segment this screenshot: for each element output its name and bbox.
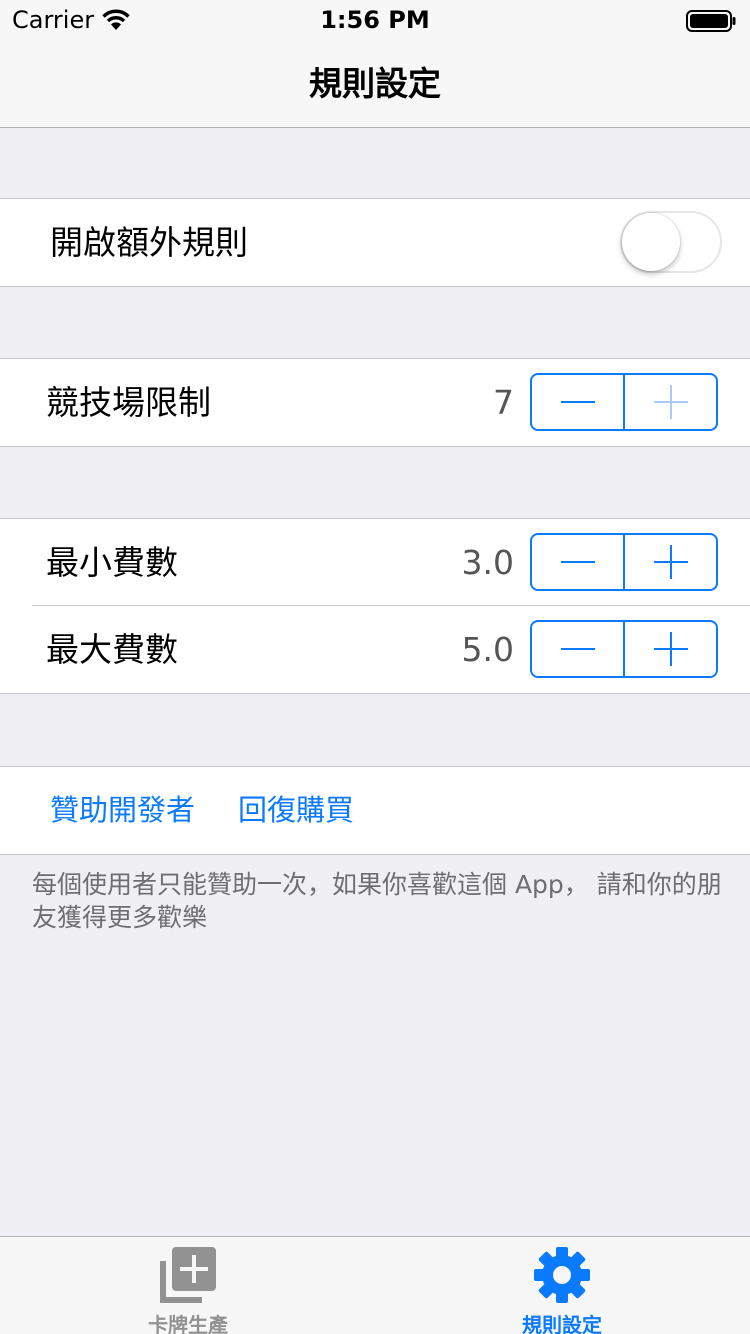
- tab-card-production[interactable]: 卡牌生產: [88, 1237, 288, 1334]
- min-cost-row: 最小費數 3.0: [0, 519, 750, 606]
- arena-limit-decrement-button[interactable]: [532, 375, 623, 429]
- max-cost-row: 最大費數 5.0: [0, 606, 750, 693]
- extra-rules-label: 開啟額外規則: [50, 223, 248, 262]
- max-cost-stepper[interactable]: [530, 620, 718, 678]
- tab-rule-settings[interactable]: 規則設定: [462, 1237, 662, 1334]
- arena-section: 競技場限制 7: [0, 358, 750, 447]
- gear-icon: [530, 1243, 594, 1311]
- purchase-links-row: 贊助開發者 回復購買: [0, 767, 750, 854]
- page-title: 規則設定: [309, 64, 441, 103]
- sponsor-footer-note: 每個使用者只能贊助一次，如果你喜歡這個 App， 請和你的朋友獲得更多歡樂: [32, 870, 722, 932]
- max-cost-decrement-button[interactable]: [532, 622, 623, 676]
- plus-icon: [653, 545, 688, 579]
- arena-limit-row: 競技場限制 7: [0, 359, 750, 446]
- add-card-icon: [156, 1243, 220, 1311]
- arena-limit-stepper[interactable]: [530, 373, 718, 431]
- minus-icon: [560, 632, 595, 666]
- navigation-bar: 規則設定: [0, 40, 750, 128]
- status-bar: Carrier 1:56 PM: [0, 0, 750, 40]
- minus-icon: [560, 545, 595, 579]
- extra-rules-row: 開啟額外規則: [0, 199, 750, 286]
- cost-section: 最小費數 3.0 最大費數 5.0: [0, 518, 750, 694]
- plus-icon: [653, 385, 688, 419]
- arena-limit-value: 7: [493, 383, 514, 422]
- status-time: 1:56 PM: [320, 6, 430, 34]
- min-cost-stepper[interactable]: [530, 533, 718, 591]
- battery-icon: [686, 10, 736, 36]
- extra-rules-toggle[interactable]: [620, 211, 722, 273]
- restore-purchase-link[interactable]: 回復購買: [238, 767, 354, 854]
- tab-label: 卡牌生產: [148, 1313, 228, 1334]
- min-cost-value: 3.0: [461, 543, 514, 582]
- toggle-knob: [622, 213, 680, 271]
- plus-icon: [653, 632, 688, 666]
- purchase-section: 贊助開發者 回復購買: [0, 766, 750, 855]
- tab-label: 規則設定: [522, 1313, 602, 1334]
- arena-limit-label: 競技場限制: [46, 383, 211, 422]
- min-cost-decrement-button[interactable]: [532, 535, 623, 589]
- minus-icon: [560, 385, 595, 419]
- max-cost-increment-button[interactable]: [623, 622, 716, 676]
- arena-limit-increment-button[interactable]: [623, 375, 716, 429]
- max-cost-value: 5.0: [461, 630, 514, 669]
- tab-bar: 卡牌生產 規則設定: [0, 1236, 750, 1334]
- sponsor-developer-link[interactable]: 贊助開發者: [50, 767, 195, 854]
- min-cost-increment-button[interactable]: [623, 535, 716, 589]
- extra-rules-section: 開啟額外規則: [0, 198, 750, 287]
- min-cost-label: 最小費數: [46, 543, 178, 582]
- max-cost-label: 最大費數: [46, 630, 178, 669]
